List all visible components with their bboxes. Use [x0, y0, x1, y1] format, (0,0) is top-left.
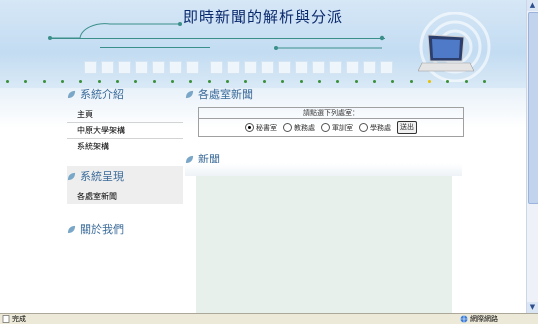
- office-select-form: 請點選下列處室： 秘書室 教務處 軍訓室 學務處 送出: [198, 107, 464, 137]
- section-title-intro: 系統介紹: [67, 86, 124, 102]
- radio-button[interactable]: [359, 123, 368, 132]
- form-prompt: 請點選下列處室：: [199, 108, 463, 119]
- news-panel: [196, 176, 452, 313]
- radio-option-student-affairs[interactable]: 學務處: [359, 123, 391, 133]
- menu-item-university-structure[interactable]: 中原大學架構: [67, 123, 183, 139]
- browser-viewport: 即時新聞的解析與分派 系統介紹 主頁 中原大學架構 系統架構 系統呈現 各處室新…: [0, 0, 526, 313]
- menu-item-office-news[interactable]: 各處室新聞: [67, 189, 183, 204]
- leaf-icon: [67, 172, 76, 180]
- status-bar: 完成 網際網路: [0, 313, 538, 324]
- decor-curve: [274, 35, 385, 50]
- leaf-icon: [67, 90, 76, 98]
- section-title-about[interactable]: 關於我們: [67, 221, 124, 237]
- radio-option-academic-affairs[interactable]: 教務處: [283, 123, 315, 133]
- section-title-display: 系統呈現: [67, 168, 124, 184]
- scroll-up-arrow-icon[interactable]: ▲: [527, 0, 538, 11]
- page-icon: [2, 315, 10, 323]
- header-banner: 即時新聞的解析與分派: [0, 0, 526, 88]
- radio-button[interactable]: [245, 123, 254, 132]
- display-menu: 各處室新聞: [67, 189, 183, 204]
- section-title-office-news: 各處室新聞: [185, 86, 253, 102]
- radio-button[interactable]: [321, 123, 330, 132]
- globe-icon: [460, 315, 468, 323]
- laptop-icon: [418, 34, 474, 72]
- leaf-icon: [185, 90, 194, 98]
- intro-menu: 主頁 中原大學架構 系統架構: [67, 107, 183, 154]
- decor-dots: [6, 80, 486, 84]
- submit-button[interactable]: 送出: [397, 121, 417, 134]
- news-header-strip: [185, 163, 462, 176]
- scroll-down-arrow-icon[interactable]: ▼: [527, 302, 538, 313]
- radio-option-military-training[interactable]: 軍訓室: [321, 123, 353, 133]
- radio-option-secretariat[interactable]: 秘書室: [245, 123, 277, 133]
- menu-item-home[interactable]: 主頁: [67, 107, 183, 123]
- radio-group: 秘書室 教務處 軍訓室 學務處 送出: [199, 119, 463, 136]
- decor-squares: [210, 61, 393, 74]
- scrollbar-thumb[interactable]: [528, 12, 538, 204]
- vertical-scrollbar[interactable]: ▲ ▼: [526, 0, 538, 313]
- decor-squares: [84, 61, 199, 74]
- decor-curve: [48, 22, 182, 40]
- menu-item-system-architecture[interactable]: 系統架構: [67, 139, 183, 154]
- radio-button[interactable]: [283, 123, 292, 132]
- leaf-icon: [67, 225, 76, 233]
